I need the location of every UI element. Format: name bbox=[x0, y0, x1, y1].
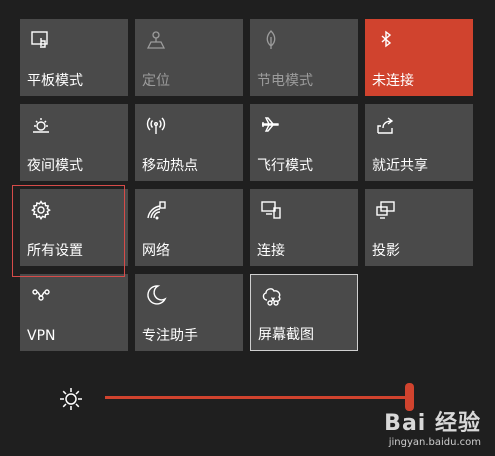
tile-network[interactable]: 网络 bbox=[135, 189, 243, 266]
tile-screen-snip[interactable]: 屏幕截图 bbox=[250, 274, 358, 351]
tile-label: VPN bbox=[27, 328, 56, 344]
tile-project[interactable]: 投影 bbox=[365, 189, 473, 266]
brightness-icon bbox=[58, 386, 84, 412]
gear-icon bbox=[30, 199, 52, 221]
tile-tablet-mode[interactable]: 平板模式 bbox=[20, 19, 128, 96]
vpn-icon bbox=[30, 284, 52, 306]
moon-icon bbox=[145, 284, 167, 306]
tile-connect[interactable]: 连接 bbox=[250, 189, 358, 266]
mobile-hotspot-icon bbox=[145, 114, 167, 136]
watermark: Bai 经验 jingyan.baidu.com bbox=[384, 405, 481, 448]
airplane-icon bbox=[260, 114, 282, 136]
tile-location[interactable]: 定位 bbox=[135, 19, 243, 96]
screen-snip-icon bbox=[261, 285, 283, 307]
tile-label: 就近共享 bbox=[372, 158, 428, 174]
tile-label: 未连接 bbox=[372, 73, 414, 89]
tile-label: 连接 bbox=[257, 243, 285, 259]
tile-all-settings[interactable]: 所有设置 bbox=[20, 189, 128, 266]
tile-airplane-mode[interactable]: 飞行模式 bbox=[250, 104, 358, 181]
location-icon bbox=[145, 29, 167, 51]
tile-bluetooth[interactable]: 未连接 bbox=[365, 19, 473, 96]
tile-label: 投影 bbox=[372, 243, 400, 259]
brightness-slider-track[interactable] bbox=[105, 396, 410, 399]
battery-saver-icon bbox=[260, 29, 282, 51]
tile-label: 平板模式 bbox=[27, 73, 83, 89]
tile-label: 所有设置 bbox=[27, 243, 83, 259]
tile-label: 专注助手 bbox=[142, 328, 198, 344]
tile-label: 节电模式 bbox=[257, 73, 313, 89]
night-light-icon bbox=[30, 114, 52, 136]
network-icon bbox=[145, 199, 167, 221]
tile-label: 夜间模式 bbox=[27, 158, 83, 174]
watermark-logo: Bai 经验 bbox=[384, 411, 481, 436]
project-icon bbox=[375, 199, 397, 221]
tile-label: 网络 bbox=[142, 243, 170, 259]
tile-mobile-hotspot[interactable]: 移动热点 bbox=[135, 104, 243, 181]
connect-icon bbox=[260, 199, 282, 221]
tile-label: 定位 bbox=[142, 73, 170, 89]
nearby-sharing-icon bbox=[375, 114, 397, 136]
tile-label: 屏幕截图 bbox=[258, 327, 314, 343]
tablet-mode-icon bbox=[30, 29, 52, 51]
tile-focus-assist[interactable]: 专注助手 bbox=[135, 274, 243, 351]
tile-battery-saver[interactable]: 节电模式 bbox=[250, 19, 358, 96]
tile-vpn[interactable]: VPN bbox=[20, 274, 128, 351]
tile-label: 飞行模式 bbox=[257, 158, 313, 174]
bluetooth-icon bbox=[375, 29, 397, 51]
tile-label: 移动热点 bbox=[142, 158, 198, 174]
watermark-url: jingyan.baidu.com bbox=[388, 437, 481, 448]
tile-nearby-sharing[interactable]: 就近共享 bbox=[365, 104, 473, 181]
tile-night-light[interactable]: 夜间模式 bbox=[20, 104, 128, 181]
